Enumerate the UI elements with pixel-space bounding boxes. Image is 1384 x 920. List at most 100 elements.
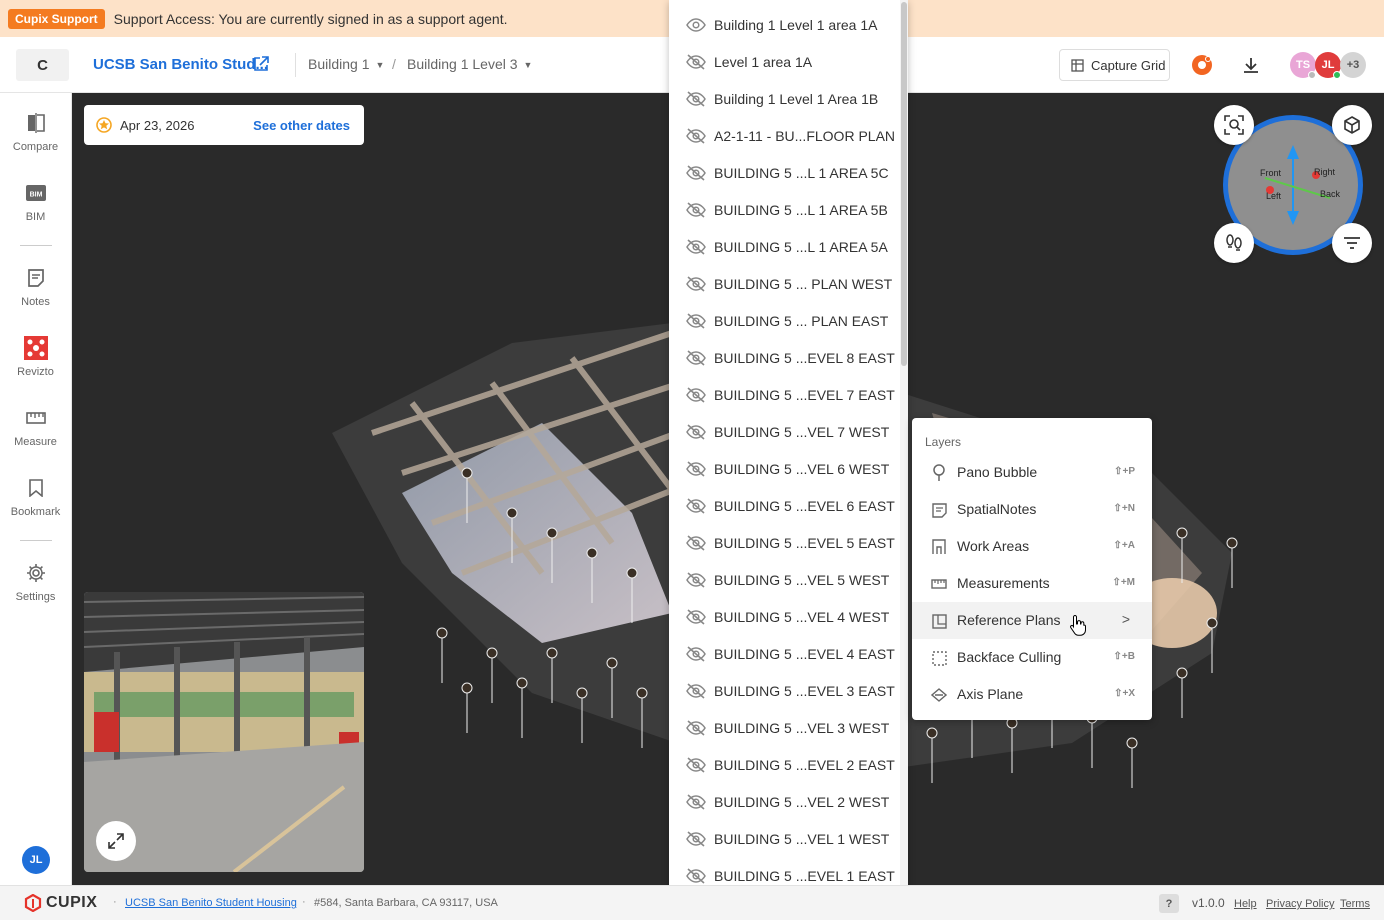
- privacy-policy-link[interactable]: Privacy Policy: [1266, 898, 1334, 910]
- sidebar-item-revizto[interactable]: Revizto: [0, 326, 71, 388]
- eye-off-icon[interactable]: [686, 646, 706, 662]
- sidebar-item-compare[interactable]: Compare: [0, 101, 71, 163]
- sidebar-item-bookmark[interactable]: Bookmark: [0, 466, 71, 528]
- reference-plan-item[interactable]: BUILDING 5 ...EVEL 3 EAST: [669, 673, 899, 710]
- layer-work-areas[interactable]: Work Areas ⇧+A: [912, 528, 1152, 565]
- layer-axis-plane[interactable]: Axis Plane ⇧+X: [912, 676, 1152, 713]
- terms-link[interactable]: Terms: [1340, 898, 1370, 910]
- layer-reference-plans[interactable]: Reference Plans >: [912, 602, 1152, 639]
- capture-grid-button[interactable]: Capture Grid: [1059, 49, 1170, 81]
- expand-button[interactable]: [96, 821, 136, 861]
- filter-button[interactable]: [1332, 223, 1372, 263]
- external-link-icon[interactable]: [253, 56, 269, 77]
- reference-plan-item[interactable]: BUILDING 5 ... PLAN WEST: [669, 266, 899, 303]
- scrollbar-thumb[interactable]: [901, 2, 907, 366]
- cube-icon: [1344, 116, 1360, 134]
- eye-off-icon[interactable]: [686, 683, 706, 699]
- eye-off-icon[interactable]: [686, 461, 706, 477]
- expand-icon: [108, 833, 124, 849]
- reference-plan-item[interactable]: BUILDING 5 ...VEL 7 WEST: [669, 414, 899, 451]
- reference-plan-item[interactable]: BUILDING 5 ...L 1 AREA 5C: [669, 155, 899, 192]
- layer-backface-culling[interactable]: Backface Culling ⇧+B: [912, 639, 1152, 676]
- eye-off-icon[interactable]: [686, 128, 706, 144]
- see-other-dates-link[interactable]: See other dates: [253, 118, 350, 133]
- eye-off-icon[interactable]: [686, 609, 706, 625]
- layer-shortcut: ⇧+M: [1112, 577, 1135, 588]
- breadcrumb-separator: /: [392, 56, 396, 72]
- reference-plan-item[interactable]: BUILDING 5 ...EVEL 2 EAST: [669, 747, 899, 784]
- backface-culling-icon: [930, 649, 948, 667]
- reference-plan-label: BUILDING 5 ...VEL 3 WEST: [714, 720, 890, 736]
- layer-spatial-notes[interactable]: SpatialNotes ⇧+N: [912, 491, 1152, 528]
- reference-plan-label: BUILDING 5 ...EVEL 2 EAST: [714, 757, 895, 773]
- reference-plan-item[interactable]: BUILDING 5 ...EVEL 8 EAST: [669, 340, 899, 377]
- reference-plan-item[interactable]: BUILDING 5 ...VEL 6 WEST: [669, 451, 899, 488]
- eye-off-icon[interactable]: [686, 239, 706, 255]
- reference-plan-item[interactable]: BUILDING 5 ...VEL 5 WEST: [669, 562, 899, 599]
- eye-off-icon[interactable]: [686, 350, 706, 366]
- eye-off-icon[interactable]: [686, 831, 706, 847]
- eye-off-icon[interactable]: [686, 868, 706, 884]
- zoom-fit-button[interactable]: [1214, 105, 1254, 145]
- help-shortcut-button[interactable]: ?: [1159, 894, 1179, 913]
- 3d-view-button[interactable]: [1332, 105, 1372, 145]
- reference-plan-item[interactable]: BUILDING 5 ...L 1 AREA 5B: [669, 192, 899, 229]
- download-icon[interactable]: [1239, 53, 1263, 77]
- reference-plan-item[interactable]: BUILDING 5 ...EVEL 4 EAST: [669, 636, 899, 673]
- reference-plan-item[interactable]: BUILDING 5 ... PLAN EAST: [669, 303, 899, 340]
- eye-off-icon[interactable]: [686, 757, 706, 773]
- sidebar-item-measure[interactable]: Measure: [0, 396, 71, 458]
- reference-plan-item[interactable]: BUILDING 5 ...VEL 3 WEST: [669, 710, 899, 747]
- reference-plan-item[interactable]: BUILDING 5 ...VEL 2 WEST: [669, 784, 899, 821]
- breadcrumb-building[interactable]: Building 1 ▼: [308, 56, 384, 72]
- reference-plan-item[interactable]: BUILDING 5 ...EVEL 7 EAST: [669, 377, 899, 414]
- eye-off-icon[interactable]: [686, 313, 706, 329]
- caret-down-icon: ▼: [523, 60, 533, 71]
- sidebar-item-notes[interactable]: Notes: [0, 256, 71, 318]
- reference-plan-item[interactable]: BUILDING 5 ...VEL 4 WEST: [669, 599, 899, 636]
- eye-off-icon[interactable]: [686, 91, 706, 107]
- eye-off-icon[interactable]: [686, 165, 706, 181]
- avatar-more[interactable]: +3: [1340, 52, 1366, 78]
- eye-off-icon[interactable]: [686, 720, 706, 736]
- eye-off-icon[interactable]: [686, 202, 706, 218]
- eye-icon[interactable]: [686, 17, 706, 33]
- eye-off-icon[interactable]: [686, 276, 706, 292]
- footer-project-link[interactable]: UCSB San Benito Student Housing: [125, 897, 297, 909]
- layer-measurements[interactable]: Measurements ⇧+M: [912, 565, 1152, 602]
- reference-plan-item[interactable]: BUILDING 5 ...VEL 1 WEST: [669, 821, 899, 858]
- reference-plan-item[interactable]: BUILDING 5 ...EVEL 6 EAST: [669, 488, 899, 525]
- sidebar-item-bim[interactable]: BIM BIM: [0, 171, 71, 233]
- breadcrumb-level[interactable]: Building 1 Level 3 ▼: [407, 56, 532, 72]
- reference-plan-item[interactable]: Building 1 Level 1 area 1A: [669, 7, 899, 44]
- eye-off-icon[interactable]: [686, 572, 706, 588]
- eye-off-icon[interactable]: [686, 387, 706, 403]
- reference-plan-item[interactable]: A2-1-11 - BU...FLOOR PLAN: [669, 118, 899, 155]
- eye-off-icon[interactable]: [686, 54, 706, 70]
- sidebar-item-label: Compare: [12, 141, 59, 153]
- reference-plan-item[interactable]: BUILDING 5 ...EVEL 5 EAST: [669, 525, 899, 562]
- revizto-sync-icon[interactable]: [1190, 53, 1214, 77]
- axis-plane-icon: [930, 686, 948, 704]
- eye-off-icon[interactable]: [686, 424, 706, 440]
- presence-dot: [1308, 71, 1316, 79]
- layer-pano-bubble[interactable]: Pano Bubble ⇧+P: [912, 454, 1152, 491]
- sidebar-item-settings[interactable]: Settings: [0, 551, 71, 613]
- compass-left-label: Left: [1266, 191, 1282, 201]
- reference-plan-label: BUILDING 5 ...VEL 6 WEST: [714, 461, 890, 477]
- reference-plan-item[interactable]: Level 1 area 1A: [669, 44, 899, 81]
- help-link[interactable]: Help: [1234, 898, 1257, 910]
- reference-plan-item[interactable]: BUILDING 5 ...L 1 AREA 5A: [669, 229, 899, 266]
- revizto-icon: [23, 336, 48, 360]
- reference-plans-list[interactable]: Building 1 Level 1 area 1A Level 1 area 1…: [669, 0, 908, 905]
- project-switcher[interactable]: C: [16, 49, 69, 81]
- support-tag: Cupix Support: [8, 8, 105, 29]
- pano-thumbnail[interactable]: [84, 592, 364, 872]
- project-name-link[interactable]: UCSB San Benito Stud...: [93, 56, 268, 73]
- walk-mode-button[interactable]: [1214, 223, 1254, 263]
- eye-off-icon[interactable]: [686, 535, 706, 551]
- reference-plan-item[interactable]: Building 1 Level 1 Area 1B: [669, 81, 899, 118]
- user-avatar[interactable]: JL: [22, 846, 50, 874]
- eye-off-icon[interactable]: [686, 498, 706, 514]
- eye-off-icon[interactable]: [686, 794, 706, 810]
